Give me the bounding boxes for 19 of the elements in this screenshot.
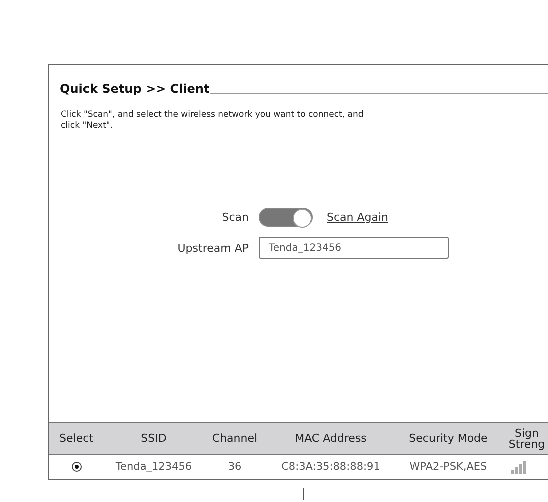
column-header: SSID (140, 433, 168, 444)
table-cell-text: 36 (227, 461, 243, 473)
upstream-ap-field[interactable]: Tenda_123456 (259, 237, 449, 259)
panel-title: Quick Setup >> Client (60, 82, 210, 96)
scan-again-link[interactable]: Scan Again (327, 211, 389, 224)
column-header: Channel (211, 433, 259, 444)
upstream-ap-label: Upstream AP (178, 242, 249, 254)
scan-toggle[interactable] (259, 208, 313, 227)
instruction-text: Click "Scan", and select the wireless network you want to connect, and click "Next". (61, 110, 365, 132)
select-radio[interactable] (72, 462, 82, 472)
table-cell-text: C8:3A:35:88:88:91 (280, 461, 382, 473)
scan-label: Scan (222, 211, 249, 224)
column-header: Security Mode (408, 433, 489, 444)
table-cell-text: WPA2-PSK,AES (408, 461, 488, 473)
column-header: Select (58, 433, 94, 444)
column-header: MAC Address (294, 433, 368, 444)
table-cell-text: Tenda_123456 (114, 461, 194, 473)
signal-bars-icon (511, 460, 527, 474)
column-header: Sign Streng (508, 428, 546, 450)
